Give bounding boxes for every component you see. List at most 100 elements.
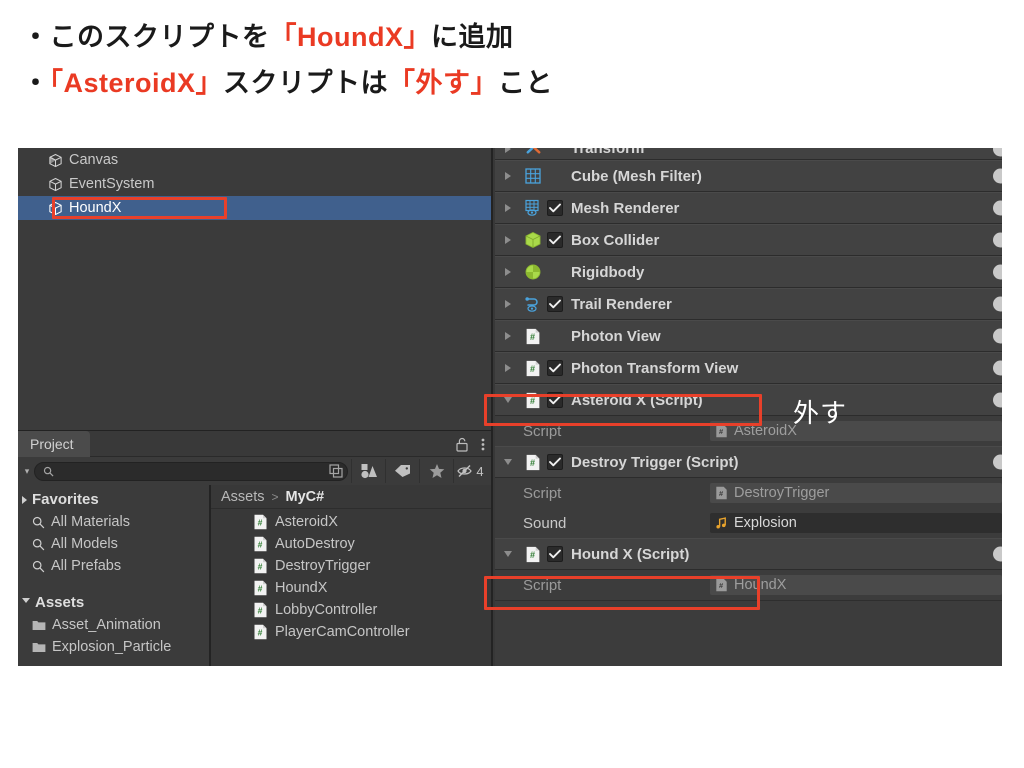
- property-label: Script: [523, 422, 562, 440]
- expand-search-icon[interactable]: [329, 464, 343, 478]
- asset-row[interactable]: # HoundX: [211, 577, 491, 599]
- bullet-2-suffix: こと: [498, 68, 554, 98]
- foldout-toggle[interactable]: [495, 300, 521, 308]
- hidden-packages-icon[interactable]: 4: [453, 459, 487, 483]
- assets-tree-header[interactable]: Assets: [18, 591, 209, 614]
- property-value-field[interactable]: # DestroyTrigger: [710, 483, 1002, 503]
- help-circle-icon[interactable]: [993, 232, 1002, 248]
- help-circle-icon[interactable]: [993, 360, 1002, 376]
- component-header-mesh-renderer[interactable]: Mesh Renderer: [495, 192, 1002, 224]
- component-header-trail-renderer[interactable]: Trail Renderer: [495, 288, 1002, 320]
- foldout-toggle[interactable]: [495, 204, 521, 212]
- chevron-right-icon: [22, 495, 27, 504]
- property-row-hound-x-script: Script # HoundX: [495, 570, 1002, 600]
- property-value: AsteroidX: [734, 423, 797, 439]
- property-value: DestroyTrigger: [734, 485, 830, 501]
- foldout-toggle[interactable]: [495, 148, 521, 153]
- component-name: Cube (Mesh Filter): [571, 167, 702, 185]
- gameobject-icon: [48, 201, 63, 216]
- property-value-field[interactable]: # HoundX: [710, 575, 1002, 595]
- breadcrumb-current[interactable]: MyC#: [286, 489, 325, 505]
- asset-row[interactable]: # AsteroidX: [211, 511, 491, 533]
- asset-row[interactable]: # LobbyController: [211, 599, 491, 621]
- component-header-photon-view[interactable]: # Photon View: [495, 320, 1002, 352]
- enabled-checkbox[interactable]: [547, 546, 563, 562]
- foldout-toggle[interactable]: [495, 172, 521, 180]
- foldout-toggle[interactable]: [495, 268, 521, 276]
- asset-row[interactable]: # AutoDestroy: [211, 533, 491, 555]
- component-header-destroy-trigger-script[interactable]: # Destroy Trigger (Script): [495, 446, 1002, 478]
- component-name: Box Collider: [571, 231, 660, 249]
- component-header-hound-x-script[interactable]: # Hound X (Script): [495, 538, 1002, 570]
- assets-tree-label: Assets: [35, 594, 85, 611]
- slide-bullet-list: ・このスクリプトを「HoundX」に追加 ・「AsteroidX」スクリプトは「…: [22, 14, 922, 106]
- help-circle-icon[interactable]: [993, 392, 1002, 408]
- foldout-toggle[interactable]: [495, 397, 521, 403]
- favorites-item-all-prefabs[interactable]: All Prefabs: [18, 555, 209, 577]
- help-circle-icon[interactable]: [993, 264, 1002, 280]
- asset-row[interactable]: # PlayerCamController: [211, 621, 491, 643]
- property-value-field[interactable]: # AsteroidX: [710, 421, 1002, 441]
- favorites-item-all-models[interactable]: All Models: [18, 533, 209, 555]
- component-header-mesh-filter[interactable]: Cube (Mesh Filter): [495, 160, 1002, 192]
- enabled-checkbox[interactable]: [547, 232, 563, 248]
- enabled-checkbox[interactable]: [547, 200, 563, 216]
- enabled-checkbox[interactable]: [547, 392, 563, 408]
- favorites-header[interactable]: Favorites: [18, 488, 209, 511]
- project-search-box[interactable]: [34, 461, 348, 481]
- svg-text:#: #: [258, 562, 263, 572]
- slide-root: ・このスクリプトを「HoundX」に追加 ・「AsteroidX」スクリプトは「…: [0, 0, 1024, 768]
- hierarchy-item-eventsystem[interactable]: EventSystem: [18, 172, 491, 196]
- component-header-box-collider[interactable]: Box Collider: [495, 224, 1002, 256]
- favorites-item-all-materials[interactable]: All Materials: [18, 511, 209, 533]
- component-name: Rigidbody: [571, 263, 645, 281]
- foldout-toggle[interactable]: [495, 236, 521, 244]
- filter-by-label-icon[interactable]: [385, 459, 419, 483]
- search-icon: [32, 516, 45, 529]
- favorite-star-icon[interactable]: [419, 459, 453, 483]
- help-circle-icon[interactable]: [993, 546, 1002, 562]
- annotation-label-detach: 外す: [793, 398, 848, 428]
- enabled-checkbox[interactable]: [547, 360, 563, 376]
- breadcrumb-root[interactable]: Assets: [221, 489, 265, 505]
- component-header-asteroid-x-script[interactable]: # Asteroid X (Script): [495, 384, 1002, 416]
- tab-project[interactable]: Project: [18, 431, 90, 457]
- trail-renderer-icon: [521, 295, 545, 313]
- asset-row[interactable]: # DestroyTrigger: [211, 555, 491, 577]
- bullet-2-highlight: 「AsteroidX」: [49, 68, 224, 98]
- kebab-menu-icon[interactable]: [481, 437, 485, 452]
- help-circle-icon[interactable]: [993, 148, 1002, 156]
- component-header-transform[interactable]: Transform: [495, 148, 1002, 160]
- help-circle-icon[interactable]: [993, 200, 1002, 216]
- assets-tree-item-asset-animation[interactable]: Asset_Animation: [18, 614, 209, 636]
- help-circle-icon[interactable]: [993, 168, 1002, 184]
- assets-tree-item-explosion-particle[interactable]: Explosion_Particle: [18, 636, 209, 658]
- lock-open-icon[interactable]: [455, 437, 469, 452]
- foldout-toggle[interactable]: [495, 364, 521, 372]
- property-value-field[interactable]: Explosion: [710, 513, 1002, 533]
- hierarchy-item-houndx[interactable]: HoundX: [18, 196, 491, 220]
- help-circle-icon[interactable]: [993, 296, 1002, 312]
- csharp-script-icon: #: [715, 578, 728, 592]
- filter-by-type-icon[interactable]: [351, 459, 385, 483]
- chevron-right-icon: [505, 172, 511, 180]
- project-menu-caret-icon[interactable]: ▾: [20, 466, 34, 477]
- component-header-rigidbody[interactable]: Rigidbody: [495, 256, 1002, 288]
- hierarchy-item-canvas[interactable]: Canvas: [18, 148, 491, 172]
- project-tree-pane: Favorites All Materials All Models All P…: [18, 485, 211, 666]
- foldout-toggle[interactable]: [495, 551, 521, 557]
- foldout-toggle[interactable]: [495, 332, 521, 340]
- foldout-toggle[interactable]: [495, 459, 521, 465]
- component-header-photon-transform-view[interactable]: # Photon Transform View: [495, 352, 1002, 384]
- hierarchy-panel: Canvas EventSystem HoundX: [18, 148, 493, 430]
- csharp-script-icon: #: [521, 454, 545, 471]
- help-circle-icon[interactable]: [993, 454, 1002, 470]
- help-circle-icon[interactable]: [993, 328, 1002, 344]
- component-name: Destroy Trigger (Script): [571, 453, 739, 471]
- enabled-checkbox[interactable]: [547, 454, 563, 470]
- search-input[interactable]: [58, 464, 329, 478]
- chevron-right-icon: [505, 364, 511, 372]
- folder-icon: [32, 641, 46, 653]
- enabled-checkbox[interactable]: [547, 296, 563, 312]
- bullet-1-prefix: ・このスクリプトを: [22, 22, 270, 52]
